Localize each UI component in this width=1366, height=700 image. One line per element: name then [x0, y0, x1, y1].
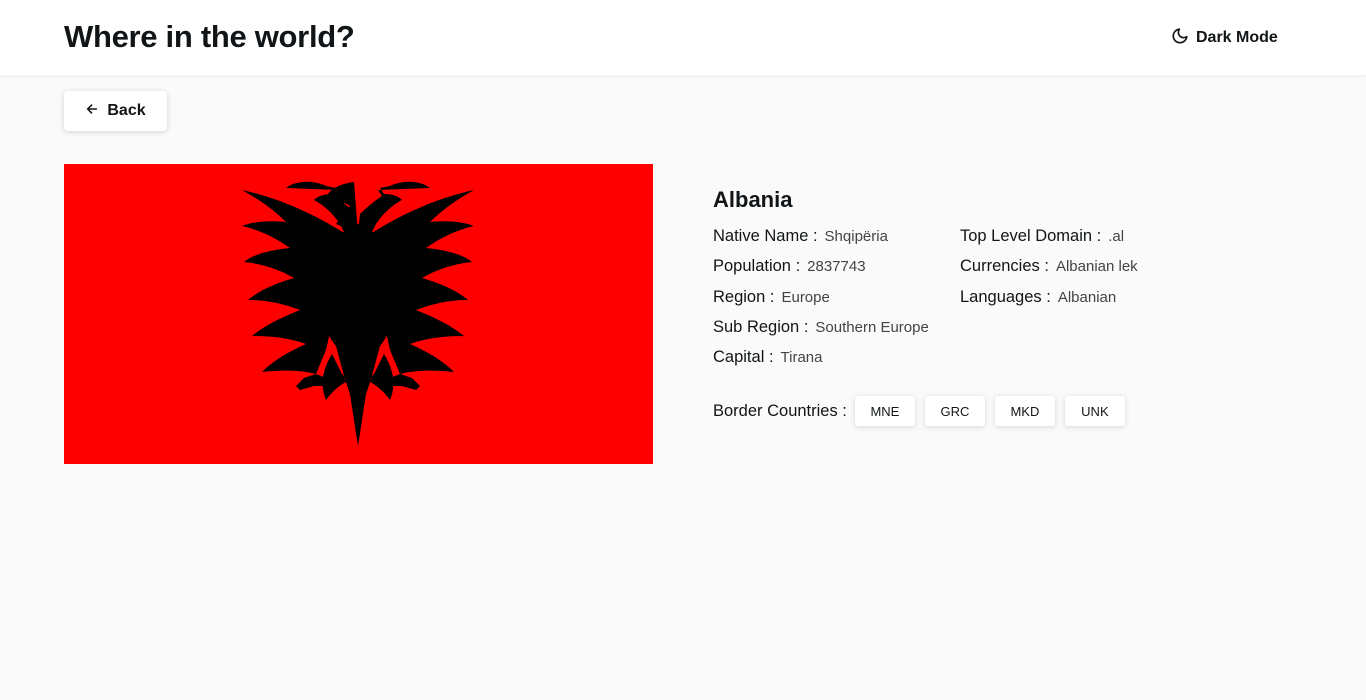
moon-icon [1171, 27, 1189, 50]
sub-region-label: Sub Region : [713, 317, 809, 336]
languages-label: Languages : [960, 287, 1051, 306]
border-countries: Border Countries : MNE GRC MKD UNK [713, 396, 1135, 426]
capital-value: Tirana [780, 349, 823, 367]
double-headed-eagle-emblem [64, 164, 653, 464]
currencies-value: Albanian lek [1055, 258, 1138, 276]
top-level-domain-label: Top Level Domain : [960, 227, 1102, 245]
back-button[interactable]: Back [64, 91, 167, 131]
border-country-button[interactable]: UNK [1064, 396, 1125, 426]
details-right-column: Top Level Domain : .al Currencies : Alba… [960, 227, 1138, 318]
languages-value: Albanian [1057, 288, 1117, 306]
country-name: Albania [713, 187, 793, 212]
top-level-domain-row: Top Level Domain : .al [960, 227, 1138, 257]
currencies-row: Currencies : Albanian lek [960, 257, 1138, 287]
population-label: Population : [713, 257, 801, 276]
app-title: Where in the world? [64, 19, 355, 54]
region-row: Region : Europe [713, 288, 929, 318]
border-country-button[interactable]: MNE [854, 396, 915, 426]
sub-region-value: Southern Europe [815, 318, 929, 336]
country-flag [64, 164, 653, 464]
native-name-value: Shqipëria [824, 228, 888, 245]
back-button-label: Back [107, 102, 146, 119]
native-name-row: Native Name : Shqipëria [713, 227, 929, 257]
languages-row: Languages : Albanian [960, 288, 1138, 318]
top-level-domain-value: .al [1108, 228, 1125, 245]
region-value: Europe [781, 288, 830, 306]
arrow-left-icon [85, 102, 99, 121]
capital-row: Capital : Tirana [713, 348, 929, 378]
currencies-label: Currencies : [960, 257, 1049, 276]
region-label: Region : [713, 287, 775, 306]
capital-label: Capital : [713, 348, 774, 367]
population-row: Population : 2837743 [713, 257, 929, 287]
dark-mode-label: Dark Mode [1196, 29, 1278, 46]
top-header: Where in the world? Dark Mode [0, 0, 1366, 75]
border-countries-label: Border Countries : [713, 401, 847, 420]
sub-region-row: Sub Region : Southern Europe [713, 318, 929, 348]
dark-mode-toggle[interactable]: Dark Mode [1171, 27, 1278, 49]
border-country-button[interactable]: GRC [924, 396, 985, 426]
native-name-label: Native Name : [713, 227, 818, 245]
border-country-button[interactable]: MKD [994, 396, 1055, 426]
details-left-column: Native Name : Shqipëria Population : 283… [713, 227, 929, 378]
population-value: 2837743 [807, 258, 866, 276]
